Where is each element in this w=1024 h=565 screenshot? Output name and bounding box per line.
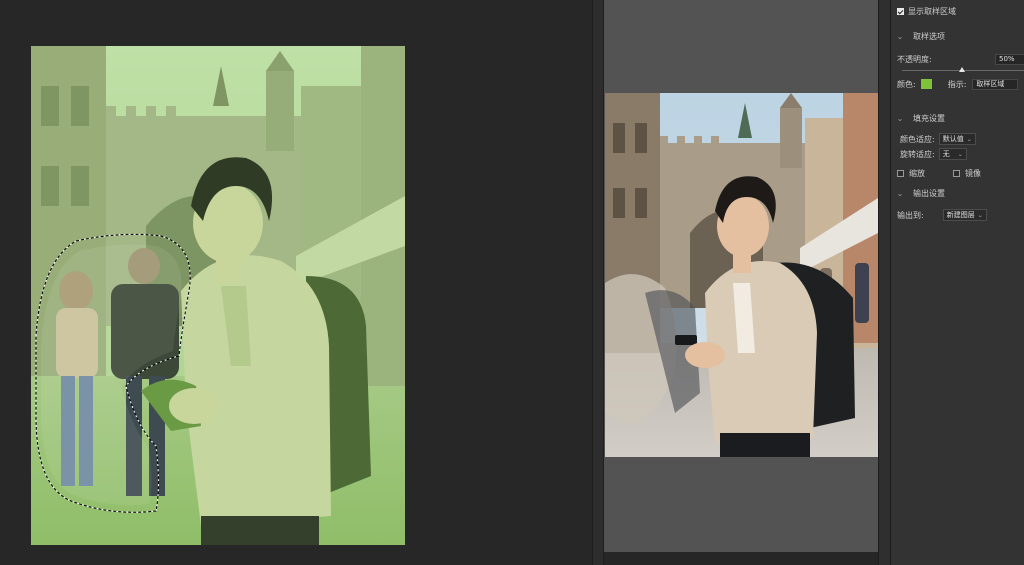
rotate-adapt-dropdown[interactable]: 无 ⌄	[938, 148, 967, 160]
scale-label: 缩放	[909, 168, 925, 178]
canvas-bottom-bar	[604, 552, 878, 565]
opacity-input[interactable]: 50%	[995, 53, 1024, 65]
chevron-down-icon[interactable]: ⌄	[894, 187, 906, 199]
mirror-label: 镜像	[965, 168, 981, 178]
rotate-adapt-row: 旋转适应: 无 ⌄	[900, 147, 1024, 161]
chevron-down-icon[interactable]: ⌄	[894, 30, 906, 42]
scale-mirror-row: 缩放 镜像	[897, 166, 1024, 180]
section-header-output-settings[interactable]: ⌄ 输出设置	[894, 186, 1024, 200]
mirror-checkbox[interactable]	[953, 169, 960, 177]
source-image[interactable]	[31, 46, 405, 545]
opacity-row: 不透明度: 50%	[897, 52, 1024, 66]
show-sample-area-label: 显示取样区域	[908, 6, 956, 16]
color-swatch[interactable]	[920, 79, 932, 89]
chevron-down-icon: ⌄	[957, 150, 963, 158]
output-settings-title: 输出设置	[913, 188, 945, 198]
color-adapt-dropdown[interactable]: 默认值 ⌄	[938, 133, 976, 145]
show-sample-area-checkbox[interactable]	[897, 7, 904, 15]
output-to-dropdown[interactable]: 新建图层 ⌄	[942, 209, 987, 221]
output-to-value: 新建图层	[946, 211, 975, 219]
canvas-divider[interactable]	[592, 0, 604, 565]
chevron-down-icon: ⌄	[966, 135, 972, 143]
output-to-label: 输出到:	[897, 210, 924, 220]
chevron-down-icon[interactable]: ⌄	[894, 112, 906, 124]
section-header-sample-options[interactable]: ⌄ 取样选项	[894, 29, 1024, 43]
scale-checkbox[interactable]	[897, 169, 904, 177]
indicate-dropdown[interactable]: 取样区域	[972, 78, 1019, 90]
fill-settings-title: 填充设置	[913, 113, 945, 123]
output-to-row: 输出到: 新建图层 ⌄	[897, 208, 1024, 222]
show-sample-area-row[interactable]: 显示取样区域	[897, 4, 1024, 18]
chevron-down-icon: ⌄	[977, 211, 983, 219]
content-aware-fill-panel: 显示取样区域 ⌄ 取样选项 不透明度: 50% 颜色: 指示: 取样区域 ⌄ 填…	[890, 0, 1024, 565]
rotate-adapt-label: 旋转适应:	[900, 149, 935, 159]
section-header-fill-settings[interactable]: ⌄ 填充设置	[894, 111, 1024, 125]
color-adapt-value: 默认值	[942, 135, 964, 143]
preview-canvas-area[interactable]	[604, 0, 878, 565]
opacity-slider-thumb[interactable]	[959, 67, 965, 72]
opacity-label: 不透明度:	[897, 54, 932, 64]
color-label: 颜色:	[897, 79, 916, 89]
source-canvas-area[interactable]	[0, 0, 592, 565]
rotate-adapt-value: 无	[942, 150, 950, 158]
preview-image	[605, 93, 878, 457]
color-adapt-row: 颜色适应: 默认值 ⌄	[900, 132, 1024, 146]
sample-options-title: 取样选项	[913, 31, 945, 41]
color-adapt-label: 颜色适应:	[900, 134, 935, 144]
panel-divider[interactable]	[878, 0, 890, 565]
color-row: 颜色: 指示: 取样区域	[897, 77, 1024, 91]
indicate-label: 指示:	[947, 79, 967, 89]
